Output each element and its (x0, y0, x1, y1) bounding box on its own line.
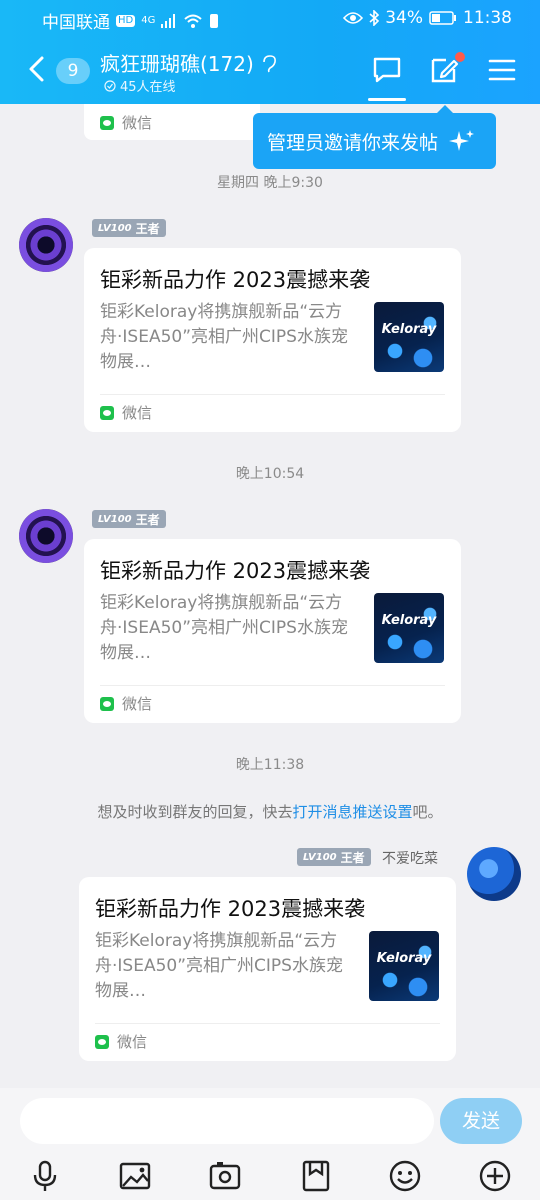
timestamp: 晚上10:54 (235, 466, 305, 482)
card-source: 微信 (100, 402, 152, 423)
avatar[interactable] (19, 218, 73, 272)
card-title: 钜彩新品力作 2023震撼来袭 (100, 268, 371, 292)
level-prefix: LV100 (98, 222, 132, 234)
card-thumbnail: Keloray (369, 931, 439, 1001)
composer: 发送 (0, 1088, 540, 1200)
card-description: 钜彩Keloray将携旗舰新品“云方舟·ISEA50”亮相广州CIPS水族宠物展… (100, 593, 348, 663)
wifi-icon (184, 14, 203, 28)
divider (100, 685, 445, 686)
composer-toolbar (0, 1154, 540, 1198)
menu-icon[interactable] (486, 54, 518, 86)
level-badge: LV100 王者 (92, 510, 166, 528)
sender-name: 不爱吃菜 (382, 851, 438, 867)
tooltip-text: 管理员邀请你来发帖 (267, 131, 439, 154)
notice-text: 想及时收到群友的回复，快去 (97, 803, 293, 821)
plus-icon[interactable] (477, 1158, 513, 1194)
card-thumbnail: Keloray (374, 302, 444, 372)
level-title: 王者 (135, 512, 160, 527)
wechat-icon (100, 115, 114, 130)
chat-tab-icon[interactable] (371, 54, 403, 86)
battery-percent: 34% (385, 8, 423, 28)
sparkle-icon (449, 130, 475, 151)
message-card[interactable]: 钜彩新品力作 2023震撼来袭 钜彩Keloray将携旗舰新品“云方舟·ISEA… (84, 539, 461, 723)
card-title: 钜彩新品力作 2023震撼来袭 (95, 897, 366, 921)
card-thumbnail: Keloray (374, 593, 444, 663)
push-settings-link[interactable]: 打开消息推送设置 (292, 803, 412, 821)
avatar[interactable] (467, 847, 521, 901)
online-count: 45人在线 (104, 76, 176, 95)
message-input[interactable] (20, 1098, 434, 1144)
group-name: 疯狂珊瑚礁(172) (100, 52, 254, 76)
microphone-icon[interactable] (27, 1158, 63, 1194)
card-source: 微信 (95, 1031, 147, 1052)
card-title: 钜彩新品力作 2023震撼来袭 (100, 559, 371, 583)
card-source: 微信 (100, 693, 152, 714)
card-description: 钜彩Keloray将携旗舰新品“云方舟·ISEA50”亮相广州CIPS水族宠物展… (100, 302, 348, 372)
clock: 11:38 (463, 8, 512, 28)
notice-suffix: 吧。 (412, 803, 443, 821)
source-label: 微信 (122, 695, 153, 713)
status-bar: 中国联通 HD 4G 34% 11:38 (0, 0, 540, 36)
carrier-label: 中国联通 (42, 13, 110, 33)
notification-dot (455, 52, 465, 62)
active-tab-indicator (368, 98, 406, 101)
chat-list[interactable]: 微信 星期四 晚上9:30 LV100 王者 钜彩新品力作 2023震撼来袭 钜彩… (0, 104, 540, 1088)
level-badge: LV100 王者 (92, 219, 166, 237)
online-label: 45人在线 (120, 80, 176, 95)
divider (100, 394, 445, 395)
avatar[interactable] (19, 509, 73, 563)
wechat-icon (100, 696, 114, 711)
thumbnail-logo-text: Keloray (381, 613, 437, 628)
header: 中国联通 HD 4G 34% 11:38 9 疯狂珊瑚礁(172) 45人在线 (0, 0, 540, 104)
source-label: 微信 (122, 114, 153, 132)
network-label: 4G (141, 15, 156, 26)
timestamp: 星期四 晚上9:30 (217, 175, 323, 191)
level-prefix: LV100 (98, 513, 132, 525)
image-icon[interactable] (117, 1158, 153, 1194)
push-settings-notice: 想及时收到群友的回复，快去打开消息推送设置吧。 (0, 801, 540, 822)
message-card[interactable]: 钜彩新品力作 2023震撼来袭 钜彩Keloray将携旗舰新品“云方舟·ISEA… (84, 248, 461, 432)
check-circle-icon (104, 79, 116, 92)
source-label: 微信 (117, 1033, 148, 1051)
signal-icon (161, 13, 176, 28)
level-badge: LV100 王者 (297, 848, 371, 866)
battery-icon (429, 11, 456, 25)
back-arrow-icon[interactable] (26, 54, 46, 84)
level-prefix: LV100 (303, 851, 337, 863)
admin-invite-tooltip[interactable]: 管理员邀请你来发帖 (253, 105, 496, 169)
camera-icon[interactable] (207, 1158, 243, 1194)
hd-badge: HD (116, 14, 136, 27)
ear-icon (263, 55, 277, 73)
send-button[interactable]: 发送 (440, 1098, 522, 1144)
wechat-icon (100, 405, 114, 420)
source-label: 微信 (122, 404, 153, 422)
thumbnail-logo-text: Keloray (381, 322, 437, 337)
emoji-icon[interactable] (387, 1158, 423, 1194)
bluetooth-icon (369, 10, 380, 26)
level-title: 王者 (340, 850, 365, 865)
group-title[interactable]: 疯狂珊瑚礁(172) (100, 48, 278, 77)
message-card[interactable]: 钜彩新品力作 2023震撼来袭 钜彩Keloray将携旗舰新品“云方舟·ISEA… (79, 877, 456, 1061)
timestamp: 晚上11:38 (235, 757, 305, 773)
divider (95, 1023, 440, 1024)
thumbnail-logo-text: Keloray (376, 951, 432, 966)
card-source: 微信 (100, 112, 152, 133)
sim-icon (210, 13, 219, 28)
level-title: 王者 (135, 221, 160, 236)
message-card-partial[interactable]: 微信 (84, 104, 260, 140)
card-description: 钜彩Keloray将携旗舰新品“云方舟·ISEA50”亮相广州CIPS水族宠物展… (95, 931, 343, 1001)
eye-icon (343, 12, 364, 24)
nav-bar: 9 疯狂珊瑚礁(172) 45人在线 (0, 40, 540, 104)
wechat-icon (95, 1034, 109, 1049)
bookmark-icon[interactable] (298, 1158, 334, 1194)
unread-badge[interactable]: 9 (56, 58, 90, 84)
